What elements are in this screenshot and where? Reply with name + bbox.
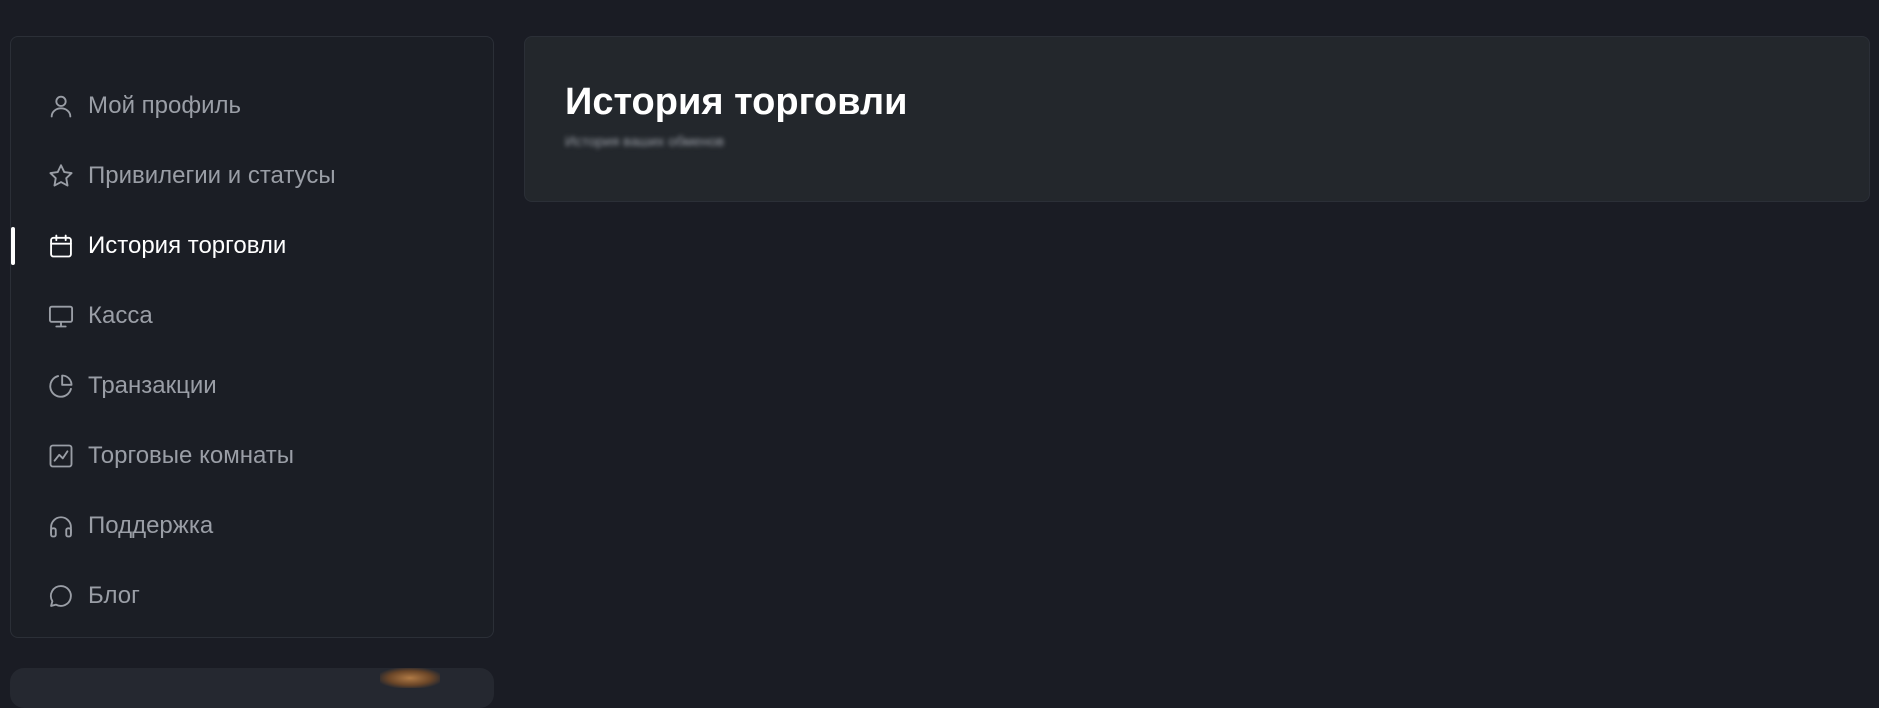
sidebar-item-blog[interactable]: Блог	[11, 561, 493, 631]
sidebar-item-label: Касса	[88, 302, 153, 329]
promo-image	[380, 668, 440, 688]
star-icon	[47, 162, 75, 190]
sidebar-promo-banner[interactable]	[10, 668, 494, 708]
sidebar-item-label: Блог	[88, 582, 140, 609]
headphones-icon	[47, 512, 75, 540]
calendar-icon	[47, 232, 75, 260]
sidebar-item-trade-rooms[interactable]: Торговые комнаты	[11, 421, 493, 491]
user-icon	[47, 92, 75, 120]
sidebar-item-label: Транзакции	[88, 372, 217, 399]
sidebar-nav: Мой профиль Привилегии и статусы История…	[10, 36, 494, 638]
sidebar-item-support[interactable]: Поддержка	[11, 491, 493, 561]
sidebar-item-cashier[interactable]: Касса	[11, 281, 493, 351]
sidebar-item-label: История торговли	[88, 232, 287, 259]
sidebar-item-label: Привилегии и статусы	[88, 162, 336, 189]
pie-chart-icon	[47, 372, 75, 400]
trend-chart-icon	[47, 442, 75, 470]
page-subtitle: История ваших обменов	[565, 133, 725, 149]
sidebar-item-trade-history[interactable]: История торговли	[11, 211, 493, 281]
sidebar-item-transactions[interactable]: Транзакции	[11, 351, 493, 421]
sidebar-item-label: Мой профиль	[88, 92, 242, 119]
page-header-card: История торговли История ваших обменов	[524, 36, 1870, 202]
sidebar-item-profile[interactable]: Мой профиль	[11, 71, 493, 141]
monitor-icon	[47, 302, 75, 330]
sidebar-item-privileges[interactable]: Привилегии и статусы	[11, 141, 493, 211]
sidebar-item-label: Торговые комнаты	[88, 442, 295, 469]
chat-bubble-icon	[47, 582, 75, 610]
page-title: История торговли	[565, 81, 908, 123]
sidebar-item-label: Поддержка	[88, 512, 214, 539]
